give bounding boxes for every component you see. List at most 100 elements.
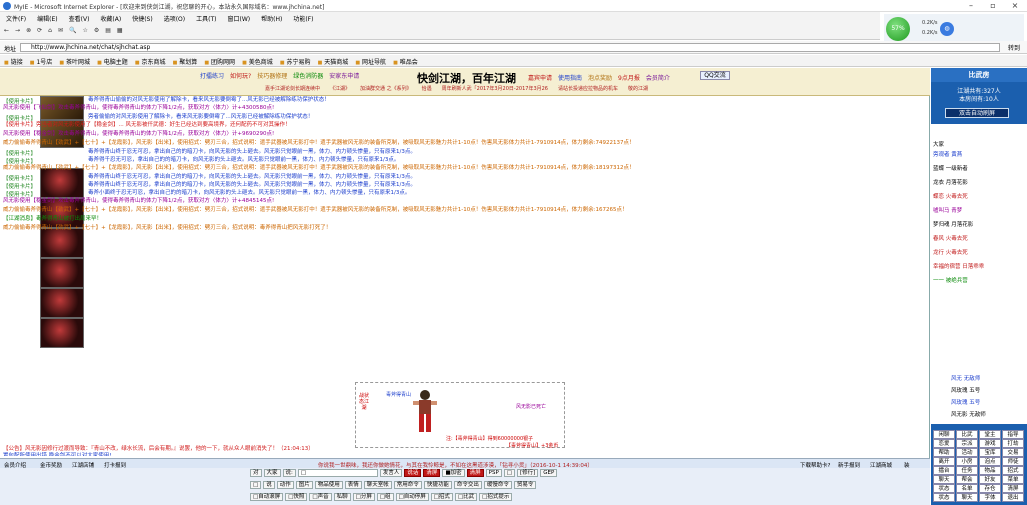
command-button[interactable]: 小房 (956, 457, 978, 466)
banner-link[interactable]: 如何玩? (230, 73, 251, 80)
input-control[interactable]: 清屏 (466, 469, 484, 477)
command-button[interactable]: 存仓 (979, 484, 1001, 493)
input-control[interactable]: 快捷功能 (423, 481, 452, 489)
command-button[interactable]: 名单 (956, 484, 978, 493)
input-control[interactable]: 说话 (404, 469, 422, 477)
news-link[interactable]: 敬的江湖 (628, 86, 648, 92)
user-item[interactable]: 旁观者 黄燕 (933, 150, 962, 158)
command-button[interactable]: 擂台 (933, 466, 955, 475)
input-control[interactable]: 清屏 (423, 469, 441, 477)
link-item[interactable]: 茶叶网城 (55, 55, 93, 66)
toolbar-button[interactable]: → (15, 27, 20, 34)
menu-item[interactable]: 快捷(S) (126, 12, 158, 23)
toolbar-button[interactable]: ⌂ (48, 27, 52, 34)
banner-link[interactable]: 泡点奖励 (588, 75, 612, 82)
toolbar-button[interactable]: ⊗ (26, 27, 31, 34)
news-link[interactable]: 《江湖》 (330, 86, 350, 92)
input-control[interactable]: 图片 (295, 481, 313, 489)
link-item[interactable]: 天猫商城 (314, 55, 352, 66)
minimize-button[interactable]: – (960, 0, 982, 12)
input-control[interactable]: □自动停屏 (395, 493, 429, 501)
input-control[interactable]: [修行] (516, 469, 539, 477)
command-button[interactable]: 物品 (979, 466, 1001, 475)
input-control[interactable]: □组 (376, 493, 394, 501)
go-button[interactable]: 转到 (1006, 43, 1022, 52)
close-button[interactable]: × (1004, 0, 1026, 12)
banner-link[interactable]: 绿色消防器 (293, 73, 323, 80)
banner-link[interactable]: 使用指南 (558, 75, 582, 82)
user-item[interactable]: 幸福的宿营 日落乖乖 (933, 262, 984, 270)
menu-item[interactable]: 文件(F) (0, 12, 31, 23)
input-control[interactable]: 动作 (276, 481, 294, 489)
command-button[interactable]: 离开 (933, 457, 955, 466)
user-item[interactable]: 龙行 火毒去死 (933, 248, 968, 256)
menu-item[interactable]: 选项(O) (158, 12, 190, 23)
input-control[interactable]: 缓慢命令 (483, 481, 512, 489)
user-item[interactable]: 风无 无敌师 (951, 374, 980, 382)
input-control[interactable]: 贸易令 (513, 481, 537, 489)
news-link[interactable]: 嘉手江湖论剑长期连续中 (265, 86, 320, 92)
banner-link[interactable]: 技巧器修理 (257, 73, 287, 80)
news-link[interactable]: 周年刷新人武「2017年3月20日-2017年3月26 (442, 86, 548, 92)
command-button[interactable]: 任务 (956, 466, 978, 475)
user-item[interactable]: 蓝蝶 一级新者 (933, 164, 968, 172)
command-button[interactable]: 帮会 (956, 475, 978, 484)
command-button[interactable]: 恋爱 (933, 439, 955, 448)
menu-item[interactable]: 编辑(E) (31, 12, 62, 23)
input-control[interactable]: □分屏 (352, 493, 375, 501)
toolbar-button[interactable]: ← (4, 27, 9, 34)
command-button[interactable]: 退出 (1002, 493, 1024, 502)
command-button[interactable]: 宝库 (979, 448, 1001, 457)
toolbar-button[interactable]: ✉ (58, 27, 63, 34)
input-control[interactable]: □ (503, 469, 515, 477)
news-link[interactable]: 加油群交通 之《系列》 (360, 86, 412, 92)
toolbar-button[interactable]: ▦ (117, 27, 123, 34)
user-item[interactable]: 龙衣 月落花影 (933, 178, 968, 186)
banner-link[interactable]: 嘉宾申请 (528, 75, 552, 82)
input-control[interactable]: 表情 (344, 481, 362, 489)
globe-icon[interactable]: ◍ (940, 22, 954, 36)
input-control[interactable]: □声音 (309, 493, 332, 501)
input-control[interactable]: 说 (263, 481, 275, 489)
command-button[interactable]: 聊天 (956, 493, 978, 502)
user-item[interactable]: 风玫瑰 五号 (951, 386, 980, 394)
banner-link[interactable]: 会员简介 (646, 75, 670, 82)
command-button[interactable]: 状态 (933, 493, 955, 502)
command-button[interactable]: 师徒 (1002, 457, 1024, 466)
link-item[interactable]: 京东商城 (131, 55, 169, 66)
user-item[interactable]: 风玫瑰 五号 (951, 398, 980, 406)
link-item[interactable]: 聚划算 (169, 55, 201, 66)
command-button[interactable]: 清屏 (1002, 484, 1024, 493)
input-control[interactable]: □比武 (454, 493, 478, 501)
input-control[interactable]: □招式提示 (479, 493, 513, 501)
user-item[interactable]: 蝶恋 火毒去死 (933, 192, 968, 200)
input-control[interactable]: 命令交出 (453, 481, 482, 489)
command-button[interactable]: 菜单 (1002, 475, 1024, 484)
input-control[interactable]: 大家 (263, 469, 281, 477)
input-control[interactable]: ■加密 (442, 469, 465, 477)
input-control[interactable]: 聊天室帐 (363, 481, 392, 489)
qq-button[interactable]: QQ交流 (700, 71, 730, 80)
link-item[interactable]: 团购网网 (200, 55, 238, 66)
command-button[interactable]: 宗派 (956, 439, 978, 448)
input-control[interactable]: □ (250, 481, 262, 489)
user-item[interactable]: 风无影 无敌师 (951, 410, 986, 418)
toolbar-button[interactable]: ⚙ (94, 27, 99, 34)
toolbar-button[interactable]: ☆ (82, 27, 87, 34)
command-button[interactable]: 活动 (956, 448, 978, 457)
input-control[interactable]: PSP (485, 469, 502, 477)
input-control[interactable]: 对 (250, 469, 262, 477)
banner-link[interactable]: 9点月报 (618, 75, 640, 82)
input-control[interactable]: 发言人 (379, 469, 403, 477)
command-button[interactable]: 游戏 (979, 439, 1001, 448)
command-button[interactable]: 聊天 (933, 475, 955, 484)
address-input[interactable]: http://www.jhchina.net/chat/sjhchat.asp (20, 43, 1000, 52)
maximize-button[interactable]: ▫ (982, 0, 1004, 12)
menu-item[interactable]: 查看(V) (63, 12, 95, 23)
menu-item[interactable]: 收藏(A) (94, 12, 126, 23)
user-everyone[interactable]: 大家 (933, 140, 944, 148)
banner-link[interactable]: 安家东申请 (329, 73, 359, 80)
command-button[interactable]: 帮助 (933, 448, 955, 457)
input-control[interactable]: □招式 (430, 493, 453, 501)
menu-item[interactable]: 工具(T) (190, 12, 221, 23)
